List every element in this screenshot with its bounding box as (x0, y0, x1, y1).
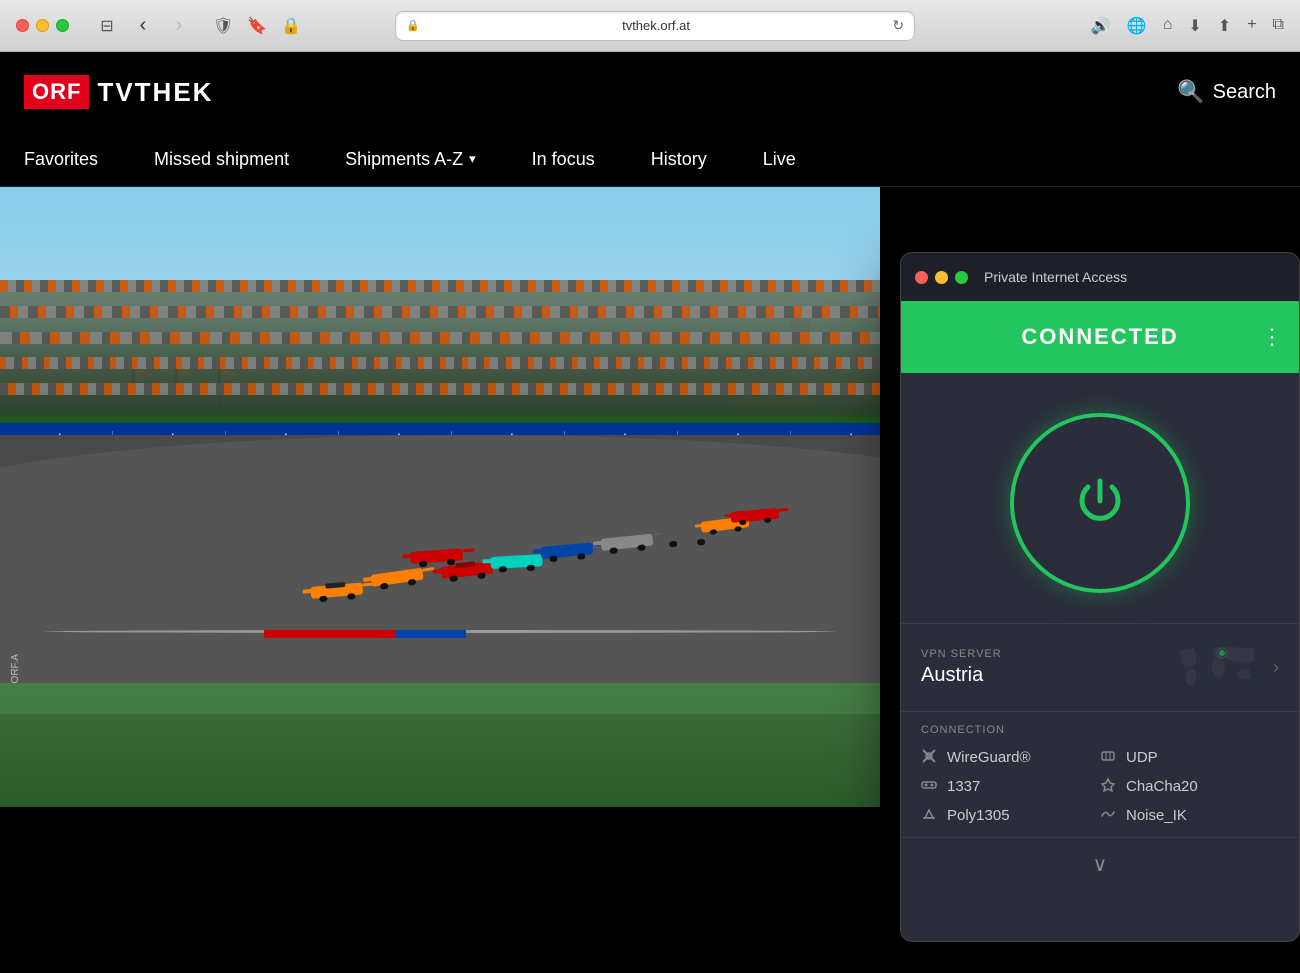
pia-server-row[interactable]: VPN SERVER Austria (921, 624, 1279, 711)
pia-map-area (1175, 640, 1265, 695)
pia-power-area (901, 373, 1299, 623)
orf-logo-text: TVTHEK (97, 77, 213, 108)
chevron-down-icon: ∨ (1093, 852, 1108, 877)
speaker-icon[interactable]: 🔊 (1091, 16, 1111, 36)
pia-server-label: VPN SERVER (921, 648, 1175, 660)
world-map-svg (1175, 640, 1265, 695)
lock-icon[interactable]: 🔒 (281, 16, 301, 36)
nav-missed-shipment[interactable]: Missed shipment (126, 132, 317, 186)
search-label: Search (1213, 81, 1276, 104)
close-button[interactable] (16, 19, 29, 32)
pia-expand-button[interactable]: ∨ (901, 837, 1299, 891)
orf-logo-box: ORF (24, 75, 89, 109)
traffic-lights (16, 19, 69, 32)
chevron-down-icon: ▾ (469, 151, 476, 167)
pia-fullscreen-button[interactable] (955, 271, 968, 284)
search-button[interactable]: 🔍 Search (1177, 79, 1276, 105)
pia-minimize-button[interactable] (935, 271, 948, 284)
orf-header: ORF TVTHEK 🔍 Search (0, 52, 1300, 132)
conn-noiseik: Noise_IK (1100, 806, 1279, 825)
nav-history[interactable]: History (623, 132, 735, 186)
orf-website: ORF TVTHEK 🔍 Search Favorites Missed shi… (0, 52, 1300, 973)
port-text: 1337 (947, 778, 980, 795)
share-button[interactable]: ⬆ (1218, 16, 1231, 36)
chacha20-icon (1100, 777, 1118, 796)
pia-close-button[interactable] (915, 271, 928, 284)
crowd-layer (0, 280, 880, 435)
pia-connection-section: CONNECTION WireGuard® UDP (901, 711, 1299, 837)
grass-foreground (0, 714, 880, 807)
search-icon: 🔍 (1177, 79, 1204, 105)
pia-server-info: VPN SERVER Austria (921, 648, 1175, 687)
sidebar-toggle[interactable]: ⊟ (93, 16, 121, 36)
fullscreen-button[interactable] (56, 19, 69, 32)
forward-button[interactable]: › (165, 16, 193, 36)
download-button[interactable]: ⬇ (1188, 16, 1201, 36)
shield-icon[interactable]: 🛡 (213, 16, 233, 36)
pia-connection-grid: WireGuard® UDP 1337 (921, 748, 1279, 825)
orf-logo[interactable]: ORF TVTHEK (24, 75, 213, 109)
conn-wireguard: WireGuard® (921, 748, 1100, 767)
pia-power-button[interactable] (1010, 413, 1190, 593)
conn-poly1305: Poly1305 (921, 806, 1100, 825)
browser-nav: ⊟ ‹ › (93, 16, 193, 36)
race-background: 🔸 crypto.com 🔸 crypto.com 🔸 crypto.com 🔸… (0, 187, 880, 807)
home-icon[interactable]: ⌂ (1163, 16, 1173, 36)
pia-server-value: Austria (921, 664, 1175, 687)
pia-vpn-window: Private Internet Access CONNECTED ⋮ VPN … (900, 252, 1300, 942)
browser-icons: 🛡 🔖 🔒 (213, 16, 301, 36)
bookmark-icon[interactable]: 🔖 (247, 16, 267, 36)
address-lock-icon: 🔒 (406, 19, 420, 32)
orf-watermark: ORF.A (10, 654, 21, 683)
translate-icon[interactable]: 🌐 (1127, 16, 1147, 36)
power-icon (1068, 471, 1132, 535)
reload-button[interactable]: ↻ (892, 17, 904, 34)
wireguard-text: WireGuard® (947, 749, 1031, 766)
pia-traffic-lights (915, 271, 968, 284)
pia-titlebar: Private Internet Access (901, 253, 1299, 301)
port-icon (921, 777, 939, 796)
conn-udp: UDP (1100, 748, 1279, 767)
noiseik-text: Noise_IK (1126, 807, 1187, 824)
pia-menu-button[interactable]: ⋮ (1261, 324, 1283, 350)
poly1305-text: Poly1305 (947, 807, 1010, 824)
conn-chacha20: ChaCha20 (1100, 777, 1279, 796)
tabs-overview-button[interactable]: ⧉ (1273, 16, 1284, 36)
wireguard-icon (921, 748, 939, 767)
nav-in-focus[interactable]: In focus (504, 132, 623, 186)
minimize-button[interactable] (36, 19, 49, 32)
pia-window-title: Private Internet Access (984, 269, 1127, 285)
nav-live[interactable]: Live (735, 132, 824, 186)
f1-cars-svg (0, 423, 880, 703)
poly1305-icon (921, 806, 939, 825)
back-button[interactable]: ‹ (129, 16, 157, 36)
pia-status-text: CONNECTED (1021, 324, 1178, 350)
pia-server-chevron: › (1273, 657, 1279, 678)
chacha20-text: ChaCha20 (1126, 778, 1198, 795)
nav-shipments-az[interactable]: Shipments A-Z ▾ (317, 132, 504, 186)
address-bar[interactable]: 🔒 tvthek.orf.at ↻ (395, 11, 915, 41)
pia-connected-bar: CONNECTED ⋮ (901, 301, 1299, 373)
conn-port: 1337 (921, 777, 1100, 796)
titlebar-right-actions: 🔊 🌐 ⌂ ⬇ ⬆ + ⧉ (1091, 16, 1284, 36)
udp-text: UDP (1126, 749, 1158, 766)
hero-image: 🔸 crypto.com 🔸 crypto.com 🔸 crypto.com 🔸… (0, 187, 880, 807)
pia-server-section: VPN SERVER Austria (901, 623, 1299, 711)
noiseik-icon (1100, 806, 1118, 825)
add-tab-button[interactable]: + (1247, 16, 1256, 36)
orf-navigation: Favorites Missed shipment Shipments A-Z … (0, 132, 1300, 187)
nav-favorites[interactable]: Favorites (24, 132, 126, 186)
udp-icon (1100, 748, 1118, 767)
pia-connection-label: CONNECTION (921, 724, 1279, 736)
titlebar: ⊟ ‹ › 🛡 🔖 🔒 🔒 tvthek.orf.at ↻ 🔊 🌐 ⌂ ⬇ ⬆ … (0, 0, 1300, 52)
address-url[interactable]: tvthek.orf.at (426, 18, 887, 33)
